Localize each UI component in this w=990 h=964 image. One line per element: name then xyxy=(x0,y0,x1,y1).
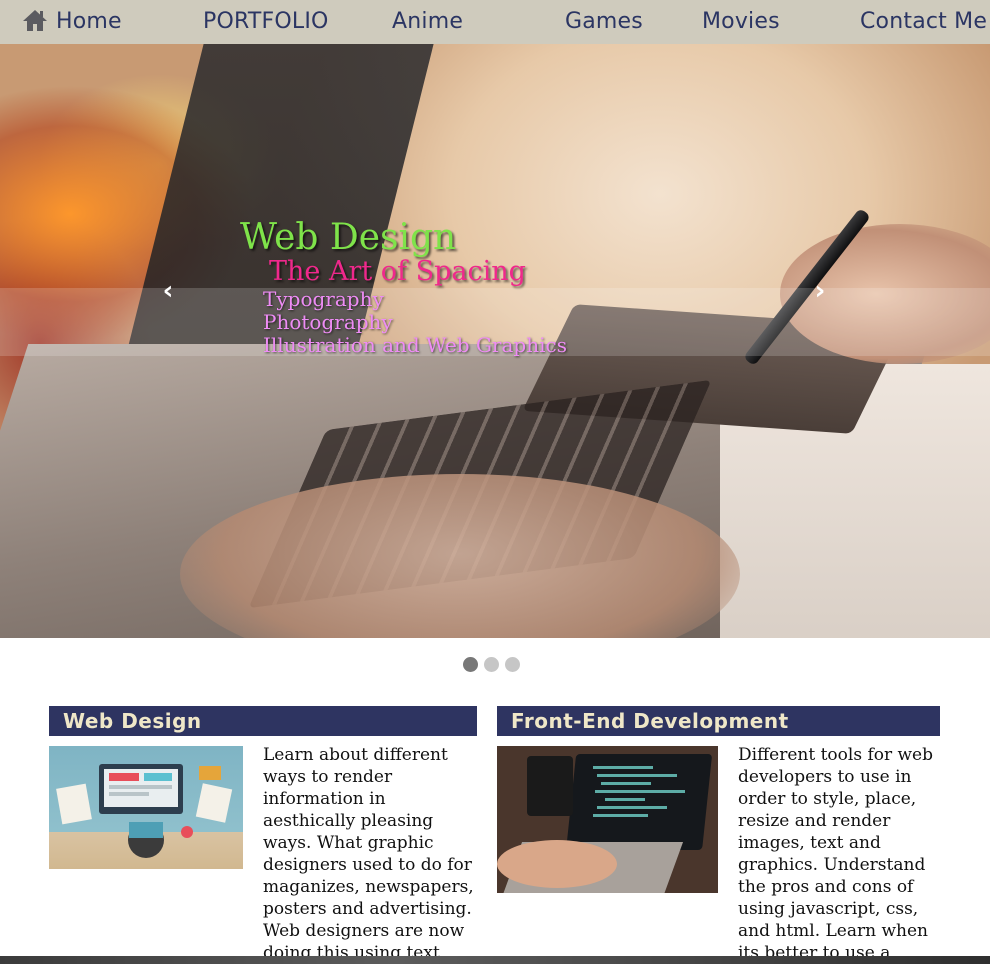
card-title-web-design: Web Design xyxy=(49,706,477,736)
carousel-indicators xyxy=(463,657,526,673)
nav-item-home[interactable]: Home xyxy=(56,0,122,44)
laptop-mug-photo-icon xyxy=(497,746,718,893)
carousel-next-button[interactable]: › xyxy=(805,276,835,306)
carousel-dot-2[interactable] xyxy=(484,657,499,672)
nav-item-games[interactable]: Games xyxy=(565,0,643,44)
nav-item-portfolio[interactable]: PORTFOLIO xyxy=(203,0,329,44)
caption-subtitle: The Art of Spacing xyxy=(269,256,526,287)
home-icon[interactable] xyxy=(22,8,48,32)
front-end-photo xyxy=(497,746,718,893)
card-text-front-end-development: Different tools for web developers to us… xyxy=(738,745,933,963)
nav-item-contact-me[interactable]: Contact Me xyxy=(860,0,987,44)
desk-illustration-icon xyxy=(56,764,233,858)
os-taskbar xyxy=(0,956,990,964)
caption-line-typography: Typography xyxy=(263,287,384,311)
nav-item-anime[interactable]: Anime xyxy=(392,0,463,44)
card-text-web-design: Learn about different ways to render inf… xyxy=(263,745,474,963)
card-title-front-end-development: Front-End Development xyxy=(497,706,940,736)
top-nav: Home PORTFOLIO Anime Games Movies Contac… xyxy=(0,0,990,44)
caption-line-photography: Photography xyxy=(263,310,393,334)
hero-carousel: ‹ › Web Design The Art of Spacing Typogr… xyxy=(0,44,990,638)
web-design-illustration xyxy=(49,746,243,869)
carousel-dot-3[interactable] xyxy=(505,657,520,672)
nav-item-movies[interactable]: Movies xyxy=(702,0,780,44)
carousel-prev-button[interactable]: ‹ xyxy=(153,276,183,306)
carousel-dot-1[interactable] xyxy=(463,657,478,672)
caption-line-illustration: Illustration and Web Graphics xyxy=(263,333,567,357)
caption-title: Web Design xyxy=(240,217,457,258)
